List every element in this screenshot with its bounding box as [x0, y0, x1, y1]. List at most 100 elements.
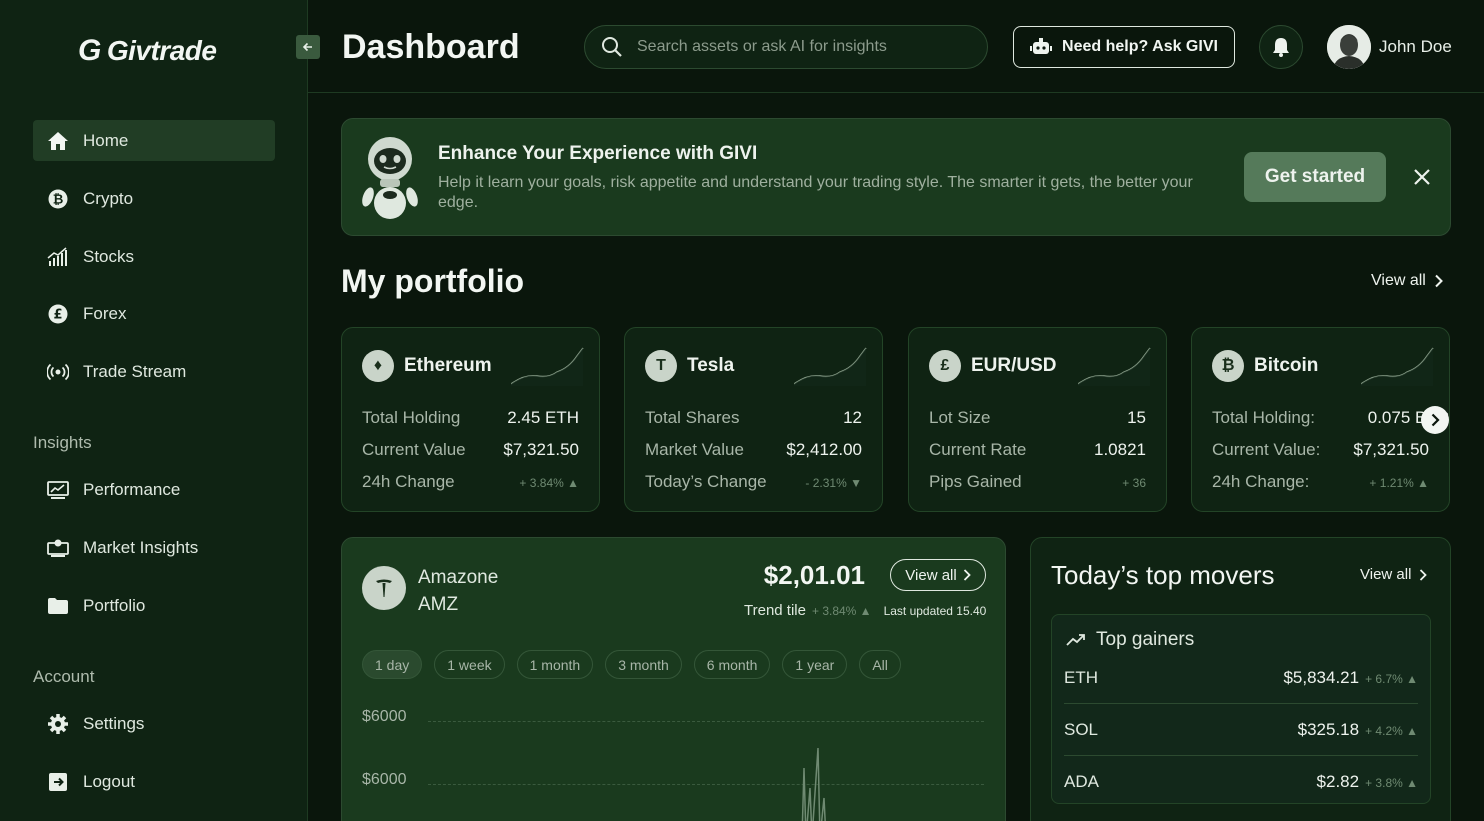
account-section-label: Account: [33, 667, 95, 686]
list-item[interactable]: SOL $325.18 + 4.2% ▲: [1064, 704, 1418, 756]
ask-givi-button[interactable]: Need help? Ask GIVI: [1013, 26, 1235, 68]
change-badge: + 36: [1122, 476, 1146, 490]
givi-robot-icon: [362, 137, 418, 219]
sidebar-item-settings[interactable]: Settings: [33, 703, 275, 744]
trend-info: Trend tile + 3.84% ▲ Last updated 15.40: [744, 602, 986, 619]
chart-gridline: [428, 721, 984, 722]
chevron-right-icon: [1431, 413, 1440, 427]
row-label: Total Shares: [645, 408, 740, 427]
sidebar-item-home[interactable]: Home: [33, 120, 275, 161]
logo-mark-icon: G: [78, 34, 101, 67]
gear-icon: [47, 713, 69, 735]
range-all[interactable]: All: [859, 650, 901, 679]
chevron-right-icon: [963, 569, 971, 581]
sidebar: G Givtrade Home ₿ Crypto Stocks £ Forex …: [0, 0, 308, 821]
brand-logo[interactable]: G Givtrade: [78, 34, 217, 68]
asset-view-all-button[interactable]: View all: [890, 559, 986, 591]
sidebar-item-label: Home: [83, 130, 129, 150]
portfolio-card-tesla[interactable]: T Tesla Total Shares 12 Market Value $2,41…: [624, 327, 883, 512]
top-gainers-label: Top gainers: [1096, 629, 1195, 650]
range-1-day[interactable]: 1 day: [362, 650, 423, 679]
sparkline-icon: [511, 347, 584, 386]
asset-name: EUR/USD: [971, 355, 1057, 376]
sparkline-icon: [1078, 347, 1151, 386]
monitor-chart-icon: [47, 479, 69, 501]
search-icon: [602, 37, 622, 57]
range-6-month[interactable]: 6 month: [693, 650, 771, 679]
bell-icon: [1273, 38, 1289, 57]
mover-price: $325.18: [1297, 719, 1360, 739]
portfolio-card-bitcoin[interactable]: ₿ Bitcoin Total Holding: 0.075 BTC Curren…: [1191, 327, 1450, 512]
collapse-sidebar-button[interactable]: [296, 35, 320, 59]
asset-price: $2,01.01: [763, 560, 865, 590]
row-label: 24h Change:: [1212, 472, 1310, 491]
tesla-icon: T: [645, 350, 677, 382]
row-value: 2.45 ETH: [507, 408, 579, 427]
row-label: Current Value: [362, 440, 466, 459]
list-item[interactable]: ADA $2.82 + 3.8% ▲: [1064, 756, 1418, 808]
sidebar-item-performance[interactable]: Performance: [33, 469, 275, 510]
sparkline-icon: [794, 347, 867, 386]
row-value: $7,321.50: [1353, 440, 1429, 459]
range-1-year[interactable]: 1 year: [782, 650, 848, 679]
portfolio-view-all-link[interactable]: View all: [1371, 272, 1444, 290]
change-badge: + 1.21% ▲: [1369, 476, 1429, 490]
change-badge: - 2.31% ▼: [805, 476, 862, 490]
search-bar[interactable]: [584, 25, 988, 69]
presentation-icon: [47, 537, 69, 559]
page-title: Dashboard: [342, 28, 520, 66]
price-chart-line: [801, 747, 826, 821]
sidebar-item-portfolio[interactable]: Portfolio: [33, 585, 275, 626]
home-icon: [47, 130, 69, 152]
row-value: 15: [1127, 408, 1146, 427]
givi-banner: Enhance Your Experience with GIVI Help i…: [341, 118, 1451, 236]
row-value: $7,321.50: [503, 440, 579, 459]
sidebar-item-label: Logout: [83, 771, 135, 791]
row-label: Market Value: [645, 440, 744, 459]
portfolio-card-eurusd[interactable]: £ EUR/USD Lot Size 15 Current Rate 1.0821 …: [908, 327, 1167, 512]
get-started-button[interactable]: Get started: [1244, 152, 1386, 202]
logout-icon: [47, 771, 69, 793]
pound-icon: £: [47, 303, 69, 325]
range-1-month[interactable]: 1 month: [516, 650, 594, 679]
avatar[interactable]: [1327, 25, 1371, 69]
chevron-right-icon: [1420, 568, 1428, 581]
asset-ticker: AMZ: [418, 594, 459, 615]
sidebar-item-label: Trade Stream: [83, 361, 187, 381]
sidebar-item-crypto[interactable]: ₿ Crypto: [33, 178, 275, 219]
row-label: 24h Change: [362, 472, 455, 491]
tesla-logo-icon: [362, 566, 406, 610]
sidebar-item-label: Portfolio: [83, 595, 146, 615]
sidebar-item-forex[interactable]: £ Forex: [33, 293, 275, 334]
user-name[interactable]: John Doe: [1379, 37, 1452, 57]
search-input[interactable]: [637, 38, 957, 56]
range-3-month[interactable]: 3 month: [605, 650, 682, 679]
bar-chart-icon: [47, 246, 69, 268]
sidebar-item-label: Forex: [83, 303, 127, 323]
notifications-button[interactable]: [1259, 25, 1303, 69]
range-1-week[interactable]: 1 week: [434, 650, 505, 679]
row-label: Today’s Change: [645, 472, 767, 491]
close-banner-button[interactable]: [1408, 163, 1436, 191]
pound-icon: £: [929, 350, 961, 382]
mover-change: + 6.7% ▲: [1365, 671, 1418, 686]
banner-text: Help it learn your goals, risk appetite …: [438, 174, 1193, 211]
movers-view-all-link[interactable]: View all: [1360, 566, 1428, 583]
list-item[interactable]: ETH $5,834.21 + 6.7% ▲: [1064, 652, 1418, 704]
asset-chart-card: Amazone AMZ $2,01.01 View all Trend tile…: [341, 537, 1006, 821]
sidebar-item-logout[interactable]: Logout: [33, 761, 275, 802]
sidebar-item-trade-stream[interactable]: Trade Stream: [33, 351, 275, 392]
sidebar-item-label: Settings: [83, 713, 145, 733]
chevron-right-icon: [1435, 274, 1443, 288]
mover-price: $2.82: [1316, 772, 1360, 791]
trending-up-icon: [1066, 634, 1085, 646]
svg-text:₿: ₿: [53, 192, 64, 207]
top-movers-card: Today’s top movers View all Top gainers …: [1030, 537, 1451, 821]
portfolio-card-ethereum[interactable]: ♦ Ethereum Total Holding 2.45 ETH Current…: [341, 327, 600, 512]
sidebar-item-market-insights[interactable]: Market Insights: [33, 527, 275, 568]
sidebar-item-stocks[interactable]: Stocks: [33, 236, 275, 277]
sidebar-item-label: Market Insights: [83, 537, 199, 557]
carousel-next-button[interactable]: [1421, 406, 1449, 434]
robot-icon: [1030, 38, 1053, 54]
y-axis-tick: $6000: [362, 708, 407, 725]
